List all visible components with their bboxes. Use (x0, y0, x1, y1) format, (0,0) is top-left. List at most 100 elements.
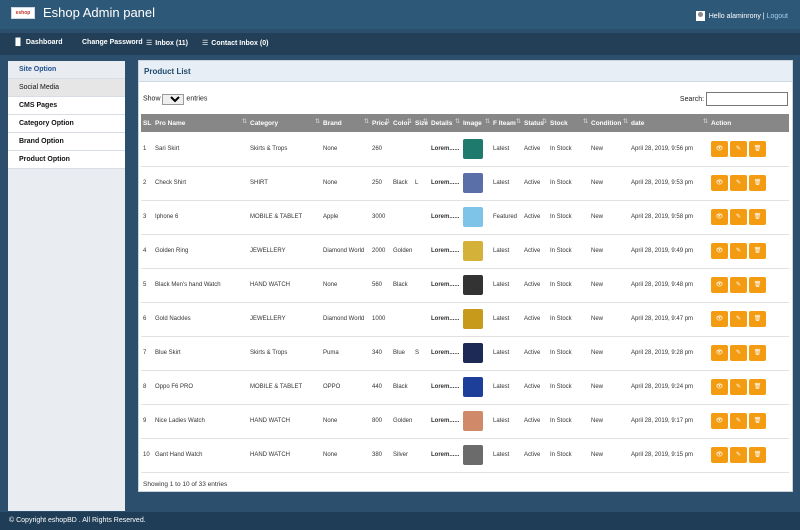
column-header-color[interactable]: Color ⇅ (391, 114, 413, 132)
table-row: 2 Check Shirt SHIRT None 250 Black L Lorem.....… (141, 166, 789, 201)
entries-select[interactable]: 10 (162, 94, 185, 105)
logout-link[interactable]: Logout (767, 13, 788, 20)
cell-category: JEWELLERY (248, 234, 321, 269)
cell-pro-name: Blue Skirt (153, 336, 248, 371)
sidebar-item-product-option[interactable]: Product Option (8, 151, 125, 169)
cell-sl: 3 (141, 200, 153, 235)
view-button[interactable]: 👁 (711, 140, 728, 157)
edit-button[interactable]: ✎ (730, 209, 747, 225)
cell-condition: New (589, 336, 629, 371)
column-header-label: Details (431, 119, 453, 127)
column-header-stock[interactable]: Stock ⇅ (548, 114, 589, 132)
column-header-date[interactable]: date ⇅ (629, 114, 709, 132)
cell-category: JEWELLERY (248, 302, 321, 337)
view-button[interactable]: 👁 (711, 175, 728, 191)
action-cell: 👁 ✎ 🗑 (709, 166, 789, 201)
column-header-brand[interactable]: Brand ⇅ (321, 114, 370, 132)
action-cell: 👁 ✎ 🗑 (709, 336, 789, 371)
table-header: SL Pro Name ⇅ Category ⇅ Brand ⇅ Price ⇅ Color ⇅ Si… (141, 114, 789, 132)
column-header-status[interactable]: Status ⇅ (522, 114, 548, 132)
cell-price: 1000 (370, 302, 391, 337)
table-row: 8 Oppo F6 PRO MOBILE & TABLET OPPO 440 Black L… (141, 370, 789, 405)
view-button[interactable]: 👁 (711, 447, 728, 463)
delete-button[interactable]: 🗑 (749, 209, 766, 225)
cell-details: Lorem...... (429, 404, 461, 439)
greeting: Hello alaminrony (708, 12, 761, 20)
nav-dashboard[interactable]: ▐▌ Dashboard (13, 39, 62, 46)
delete-button[interactable]: 🗑 (749, 345, 766, 361)
delete-button[interactable]: 🗑 (749, 277, 766, 293)
cell-size (413, 132, 429, 167)
cell-size: S (413, 336, 429, 371)
view-button[interactable]: 👁 (711, 345, 728, 361)
cell-stock: In Stock (548, 132, 589, 167)
column-header-sl[interactable]: SL (141, 114, 153, 132)
column-header-price[interactable]: Price ⇅ (370, 114, 391, 132)
delete-button[interactable]: 🗑 (749, 311, 766, 327)
edit-button[interactable]: ✎ (730, 413, 747, 429)
cell-date: April 28, 2019, 9:24 pm (629, 370, 709, 405)
cell-stock: In Stock (548, 302, 589, 337)
cell-sl: 10 (141, 438, 153, 473)
view-button[interactable]: 👁 (711, 243, 728, 259)
cell-condition: New (589, 200, 629, 235)
sidebar-item-brand-option[interactable]: Brand Option (8, 133, 125, 151)
delete-button[interactable]: 🗑 (749, 413, 766, 429)
view-button[interactable]: 👁 (711, 413, 728, 429)
delete-button[interactable]: 🗑 (749, 175, 766, 191)
column-header-label: F Iteam (493, 119, 516, 127)
edit-button[interactable]: ✎ (730, 447, 747, 463)
product-image (463, 377, 483, 397)
delete-button[interactable]: 🗑 (749, 140, 766, 157)
cell-sl: 4 (141, 234, 153, 269)
view-button[interactable]: 👁 (711, 209, 728, 225)
edit-button[interactable]: ✎ (730, 379, 747, 395)
sidebar-item-cms-pages[interactable]: CMS Pages (8, 97, 125, 115)
edit-button[interactable]: ✎ (730, 243, 747, 259)
cell-f-iteam: Latest (491, 166, 522, 201)
cell-date: April 28, 2019, 9:58 pm (629, 200, 709, 235)
search-label: Search: (679, 95, 705, 103)
cell-date: April 28, 2019, 9:53 pm (629, 166, 709, 201)
product-image (463, 411, 483, 431)
product-image (463, 173, 483, 193)
search-input[interactable] (706, 92, 788, 106)
view-button[interactable]: 👁 (711, 277, 728, 293)
sidebar-item-social-media[interactable]: Social Media (8, 79, 125, 97)
column-header-condition[interactable]: Condition ⇅ (589, 114, 629, 132)
edit-icon: ✎ (735, 418, 742, 424)
table-body: 1 Sari Skirt Skirts & Trops None 260 Lorem...… (141, 132, 789, 473)
view-button[interactable]: 👁 (711, 311, 728, 327)
column-header-f-iteam[interactable]: F Iteam ⇅ (491, 114, 522, 132)
delete-button[interactable]: 🗑 (749, 379, 766, 395)
edit-button[interactable]: ✎ (730, 140, 747, 157)
nav-inbox[interactable]: ☰ Inbox (11) (146, 39, 188, 47)
nav-change-password[interactable]: Change Password (82, 39, 143, 46)
product-image (463, 275, 483, 295)
edit-icon: ✎ (735, 214, 742, 220)
view-button[interactable]: 👁 (711, 379, 728, 395)
column-header-size[interactable]: Size ⇅ (413, 114, 429, 132)
delete-button[interactable]: 🗑 (749, 447, 766, 463)
column-header-pro-name[interactable]: Pro Name ⇅ (153, 114, 248, 132)
cell-pro-name: Gant Hand Watch (153, 438, 248, 473)
sort-icon: ⇅ (384, 119, 390, 125)
length-control: Show 10 entries (143, 94, 207, 105)
edit-button[interactable]: ✎ (730, 345, 747, 361)
edit-button[interactable]: ✎ (730, 311, 747, 327)
column-header-image[interactable]: Image ⇅ (461, 114, 491, 132)
edit-button[interactable]: ✎ (730, 175, 747, 191)
sidebar-item-site-option[interactable]: Site Option (8, 61, 125, 79)
nav-label: Inbox (11) (155, 40, 188, 47)
sidebar-item-category-option[interactable]: Category Option (8, 115, 125, 133)
column-header-details[interactable]: Details ⇅ (429, 114, 461, 132)
product-image (463, 138, 483, 159)
nav-contact-inbox[interactable]: ☰ Contact Inbox (0) (202, 39, 268, 47)
cell-price: 340 (370, 336, 391, 371)
column-header-category[interactable]: Category ⇅ (248, 114, 321, 132)
delete-button[interactable]: 🗑 (749, 243, 766, 259)
logo[interactable]: eshop (11, 7, 35, 19)
column-header-label: Pro Name (155, 119, 186, 127)
edit-button[interactable]: ✎ (730, 277, 747, 293)
delete-icon: 🗑 (753, 452, 762, 458)
